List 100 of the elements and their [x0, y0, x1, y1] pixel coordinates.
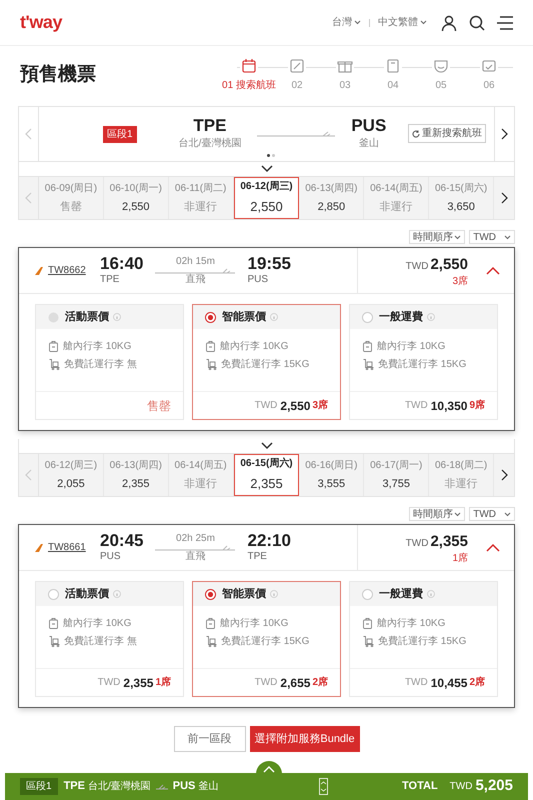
- currency-label: TWD: [404, 676, 428, 690]
- cabin-baggage: 艙內行李 10KG: [377, 616, 446, 631]
- flight-duration: 02h 25m: [176, 534, 215, 544]
- user-icon[interactable]: [441, 14, 457, 30]
- sort-dropdown[interactable]: 時間順序: [409, 507, 466, 521]
- info-icon[interactable]: [270, 590, 278, 598]
- seats-left: 3席: [312, 398, 328, 413]
- fare-name: 智能票價: [222, 586, 266, 602]
- sort-dropdown[interactable]: 時間順序: [409, 230, 466, 244]
- info-icon[interactable]: [427, 313, 435, 321]
- departure-time: 16:40: [100, 254, 144, 272]
- currency-label: TWD: [406, 537, 428, 552]
- fare-card[interactable]: 智能票價 艙內行李 10KG 免費託運行李 15KG TWD 2,655 2席: [192, 581, 341, 697]
- search-icon[interactable]: [469, 14, 485, 30]
- step-label: 06: [483, 78, 495, 92]
- arrival-code: TPE: [247, 550, 268, 564]
- suitcase-icon: [363, 341, 372, 352]
- seats-left: 9席: [469, 398, 485, 413]
- step-label: 03: [339, 78, 351, 92]
- currency-dropdown[interactable]: TWD: [469, 507, 515, 521]
- flight-type: 直飛: [185, 552, 206, 562]
- fare-price: 2,355: [123, 674, 154, 692]
- checked-baggage: 免費託運行李 無: [64, 358, 137, 372]
- step-icon: [384, 58, 402, 74]
- date-cell[interactable]: 06-13(周四) 2,355: [104, 454, 169, 496]
- departure-time: 20:45: [100, 532, 144, 548]
- flight-duration: 02h 15m: [176, 256, 215, 266]
- info-icon[interactable]: [113, 313, 121, 321]
- radio-button[interactable]: [205, 588, 216, 600]
- departure-code: PUS: [100, 550, 122, 564]
- total-price: 5,205: [475, 776, 513, 796]
- currency-label: TWD: [406, 260, 428, 274]
- collapse-chevron-icon[interactable]: [260, 442, 272, 450]
- currency-label: TWD: [254, 399, 278, 413]
- step-label: 01 搜索航班: [222, 78, 276, 92]
- date-cell[interactable]: 06-12(周三) 2,055: [39, 454, 104, 496]
- next-step-button[interactable]: 選擇附加服務Bundle: [250, 726, 360, 752]
- info-icon[interactable]: [113, 590, 121, 598]
- currency-label: TWD: [450, 780, 472, 794]
- date-cell[interactable]: 06-16(周日) 3,555: [299, 454, 364, 496]
- scroll-toggle-icon[interactable]: [319, 778, 328, 795]
- fare-name: 活動票價: [65, 586, 109, 602]
- date-cell[interactable]: 06-15(周六) 3,650: [429, 177, 494, 219]
- menu-icon[interactable]: [497, 16, 513, 30]
- caret-icon: [504, 234, 511, 240]
- date-cell[interactable]: 06-17(周一) 3,755: [364, 454, 430, 496]
- info-icon[interactable]: [270, 313, 278, 321]
- fare-card[interactable]: 活動票價 艙內行李 10KG 免費託運行李 無 售罄: [35, 304, 184, 420]
- refresh-icon: [412, 130, 420, 138]
- date-cell[interactable]: 06-10(周一) 2,550: [104, 177, 169, 219]
- fare-price: 2,655: [280, 674, 310, 692]
- cabin-baggage: 艙內行李 10KG: [377, 340, 446, 354]
- fare-price: 2,550: [280, 398, 310, 414]
- total-label: TOTAL: [402, 779, 438, 794]
- date-cell[interactable]: 06-13(周四) 2,850: [299, 177, 364, 219]
- destination-name: 釜山: [358, 136, 379, 151]
- info-icon[interactable]: [427, 590, 435, 598]
- cabin-baggage: 艙內行李 10KG: [220, 616, 288, 631]
- caret-icon: [454, 512, 462, 516]
- fare-name: 活動票價: [65, 310, 109, 325]
- fare-card[interactable]: 一般運費 艙內行李 10KG 免費託運行李 15KG TWD 10,350 9席: [349, 304, 498, 420]
- step-icon: [240, 58, 258, 74]
- origin-code: TPE: [193, 117, 226, 134]
- flight-type: 直飛: [185, 274, 206, 284]
- seats-left: 1席: [155, 675, 171, 690]
- date-cell[interactable]: 06-15(周六) 2,355: [234, 454, 300, 496]
- step-icon: [288, 58, 306, 74]
- page-title: 預售機票: [20, 62, 96, 87]
- baggage-cart-icon: [363, 636, 374, 647]
- radio-button[interactable]: [205, 312, 216, 322]
- caret-icon: [420, 20, 427, 25]
- flight-number-link[interactable]: TW8662: [48, 263, 100, 278]
- flight-number-link[interactable]: TW8661: [48, 540, 100, 555]
- logo[interactable]: t'way: [20, 9, 62, 36]
- baggage-cart-icon: [363, 359, 374, 370]
- fare-card[interactable]: 活動票價 艙內行李 10KG 免費託運行李 無 TWD 2,355 1席: [35, 581, 184, 697]
- fare-card[interactable]: 一般運費 艙內行李 10KG 免費託運行李 15KG TWD 10,455 2席: [349, 581, 498, 697]
- collapse-chevron-icon[interactable]: [260, 165, 272, 173]
- step-icon: [480, 58, 498, 74]
- language-selector[interactable]: 中文繁體: [378, 15, 427, 30]
- baggage-cart-icon: [49, 636, 60, 647]
- suitcase-icon: [206, 618, 215, 629]
- baggage-cart-icon: [49, 359, 60, 370]
- segment-badge: 區段1: [20, 778, 58, 795]
- origin-name: 台北/臺灣桃園: [178, 136, 242, 151]
- checked-baggage: 免費託運行李 15KG: [378, 358, 466, 372]
- fare-card[interactable]: 智能票價 艙內行李 10KG 免費託運行李 15KG TWD 2,550 3席: [192, 304, 341, 420]
- date-cell[interactable]: 06-12(周三) 2,550: [234, 177, 300, 219]
- currency-dropdown[interactable]: TWD: [469, 230, 515, 244]
- chevron-up-icon: [263, 766, 275, 773]
- checked-baggage: 免費託運行李 15KG: [221, 634, 310, 649]
- fare-name: 一般運費: [379, 310, 423, 325]
- cabin-baggage: 艙內行李 10KG: [63, 616, 132, 631]
- previous-segment-button[interactable]: 前一區段: [174, 726, 246, 752]
- baggage-cart-icon: [206, 636, 217, 647]
- flight-path-icon: [257, 130, 336, 138]
- reset-search-button[interactable]: 重新搜索航班: [408, 124, 486, 143]
- checked-baggage: 免費託運行李 無: [64, 634, 137, 649]
- caret-icon: [454, 234, 462, 240]
- region-selector[interactable]: 台灣: [332, 15, 361, 30]
